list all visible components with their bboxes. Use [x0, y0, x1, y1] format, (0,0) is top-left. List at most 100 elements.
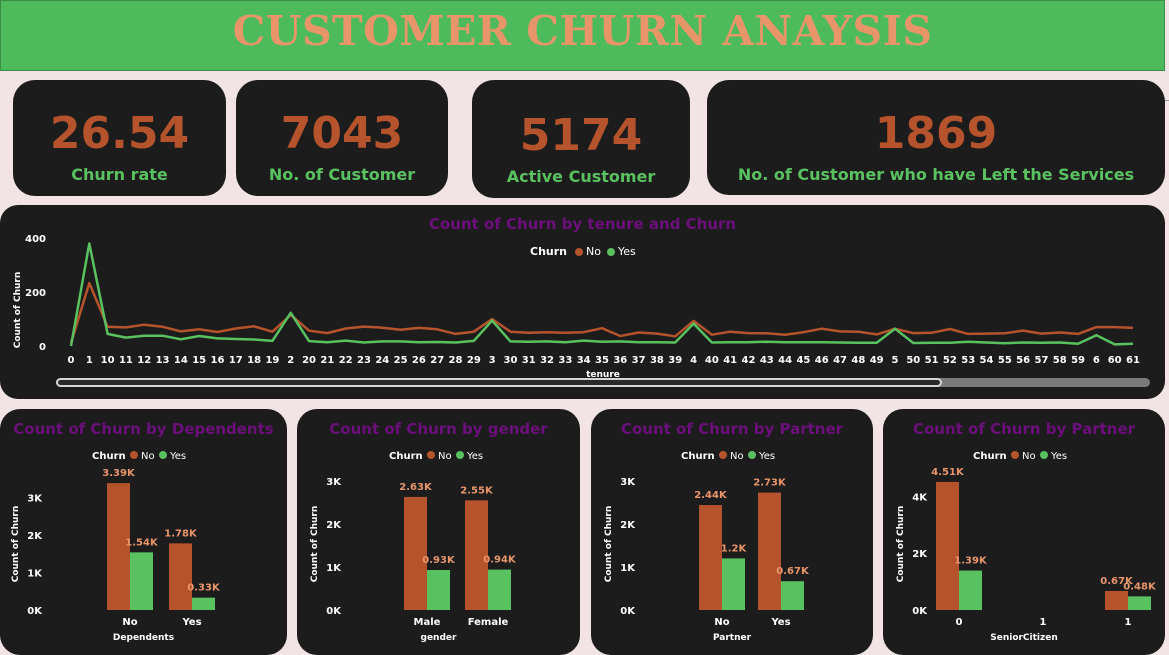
y-tick-label: 2K	[27, 531, 43, 542]
x-tick-label: 23	[357, 355, 371, 366]
kpi-value: 1869	[874, 108, 998, 159]
data-label-yes: 0.33K	[187, 583, 221, 594]
y-tick-label: 0K	[27, 606, 43, 617]
legend-dot-no	[130, 451, 138, 459]
legend-title: Churn	[389, 451, 423, 462]
x-tick-label: 61	[1126, 355, 1140, 366]
y-tick-label: 0K	[326, 606, 342, 617]
x-tick-label: 20	[302, 355, 316, 366]
kpi-card-churn-rate[interactable]: 26.54 Churn rate	[13, 80, 226, 196]
x-tick-label: 12	[137, 355, 151, 366]
legend-title: Churn	[973, 451, 1007, 462]
x-tick-label: 35	[595, 355, 609, 366]
gender-bar-chart[interactable]: Count of Churn by gender Churn No Yes Count …	[297, 409, 580, 655]
x-tick-label: 15	[192, 355, 206, 366]
legend-label-yes: Yes	[758, 451, 775, 462]
x-tick-label: 17	[229, 355, 243, 366]
x-tick-label: 13	[156, 355, 170, 366]
x-tick-label: 26	[412, 355, 426, 366]
legend-label-no: No	[1022, 451, 1036, 462]
kpi-value: 5174	[519, 110, 643, 161]
x-tick-label: Yes	[181, 617, 201, 628]
y-tick-label: 4K	[912, 492, 928, 503]
x-tick-label: 36	[613, 355, 627, 366]
legend-label-yes: Yes	[1050, 451, 1067, 462]
y-axis-title: Count of Churn	[11, 506, 21, 583]
y-tick-label: 0	[39, 342, 46, 353]
data-label-yes: 1.2K	[721, 543, 748, 554]
x-tick-label: 42	[742, 355, 756, 366]
x-tick-label: Female	[468, 617, 509, 628]
bar-yes	[427, 570, 450, 610]
header-banner: CUSTOMER CHURN ANAYSIS	[0, 0, 1165, 71]
x-tick-label: 40	[705, 355, 719, 366]
legend-dot-no	[719, 451, 727, 459]
x-tick-label: 31	[522, 355, 536, 366]
x-axis-title: Partner	[713, 633, 752, 643]
bar-no	[1105, 590, 1128, 610]
x-tick-label: 55	[998, 355, 1012, 366]
data-label-yes: 1.39K	[954, 556, 988, 567]
x-tick-label: 28	[449, 355, 463, 366]
x-tick-label: 49	[870, 355, 884, 366]
x-tick-label: 47	[833, 355, 847, 366]
x-tick-label: 45	[796, 355, 810, 366]
data-label-yes: 0.48K	[1123, 581, 1157, 592]
x-tick-label: No	[122, 617, 137, 628]
y-tick-label: 2K	[326, 520, 342, 531]
chart-title: Count of Churn by gender	[329, 420, 548, 438]
data-label-yes: 1.54K	[125, 537, 159, 548]
series-line-no	[69, 281, 1134, 344]
tenure-line-chart[interactable]: Count of Churn40020000 1 10 11 12 13 14 15 16 17 1…	[0, 205, 1165, 399]
bar-yes	[959, 570, 982, 610]
kpi-value: 26.54	[49, 108, 190, 159]
y-tick-label: 200	[25, 288, 46, 299]
data-label-no: 2.55K	[460, 485, 494, 496]
x-tick-label: Yes	[770, 617, 790, 628]
legend-label-no: No	[438, 451, 452, 462]
kpi-card-total-customers[interactable]: 7043 No. of Customer	[236, 80, 448, 196]
kpi-value: 7043	[280, 108, 404, 159]
x-tick-label: 19	[265, 355, 279, 366]
x-tick-label: 1	[86, 355, 93, 366]
chart-scrollbar-thumb[interactable]	[56, 378, 942, 387]
x-tick-label: 38	[650, 355, 664, 366]
x-tick-label: 33	[558, 355, 572, 366]
x-tick-label: 3	[489, 355, 496, 366]
bar-yes	[722, 558, 745, 610]
y-tick-label: 3K	[620, 477, 636, 488]
legend-dot-no	[427, 451, 435, 459]
kpi-card-active-customers[interactable]: 5174 Active Customer	[472, 80, 690, 198]
x-tick-label: 0	[956, 617, 963, 628]
chart-title: Count of Churn by Partner	[913, 420, 1136, 438]
bar-yes	[488, 569, 511, 610]
x-tick-label: 16	[211, 355, 225, 366]
data-label-no: 2.73K	[753, 478, 787, 489]
dependents-bar-chart[interactable]: Count of Churn by Dependents Churn No Yes Co…	[0, 409, 287, 655]
bar-no	[404, 496, 427, 610]
x-tick-label: 34	[577, 355, 591, 366]
x-tick-label: 25	[394, 355, 408, 366]
y-tick-label: 1K	[27, 569, 43, 580]
x-tick-label: 52	[943, 355, 957, 366]
data-label-no: 1.78K	[164, 528, 198, 539]
kpi-label: No. of Customer	[268, 165, 416, 184]
kpi-card-left-customers[interactable]: 1869 No. of Customer who have Left the S…	[707, 80, 1165, 195]
y-tick-label: 3K	[326, 477, 342, 488]
y-tick-label: 400	[25, 234, 46, 245]
y-axis-title: Count of Churn	[604, 506, 614, 583]
partner-bar-chart[interactable]: Count of Churn by Partner Churn No Yes Count…	[591, 409, 873, 655]
x-axis-title: gender	[421, 633, 458, 643]
x-tick-label: 1	[1040, 617, 1047, 628]
bar-no	[699, 505, 722, 610]
x-tick-label: 41	[723, 355, 737, 366]
data-label-no: 3.39K	[102, 468, 136, 479]
x-tick-label: 24	[375, 355, 389, 366]
data-label-yes: 0.67K	[776, 566, 810, 577]
senior-bar-chart[interactable]: Count of Churn by Partner Churn No Yes Count…	[883, 409, 1165, 655]
bar-yes	[192, 597, 215, 610]
data-label-no: 4.51K	[931, 467, 965, 478]
x-tick-label: 29	[467, 355, 481, 366]
x-tick-label: 58	[1053, 355, 1067, 366]
x-tick-label: 53	[961, 355, 975, 366]
